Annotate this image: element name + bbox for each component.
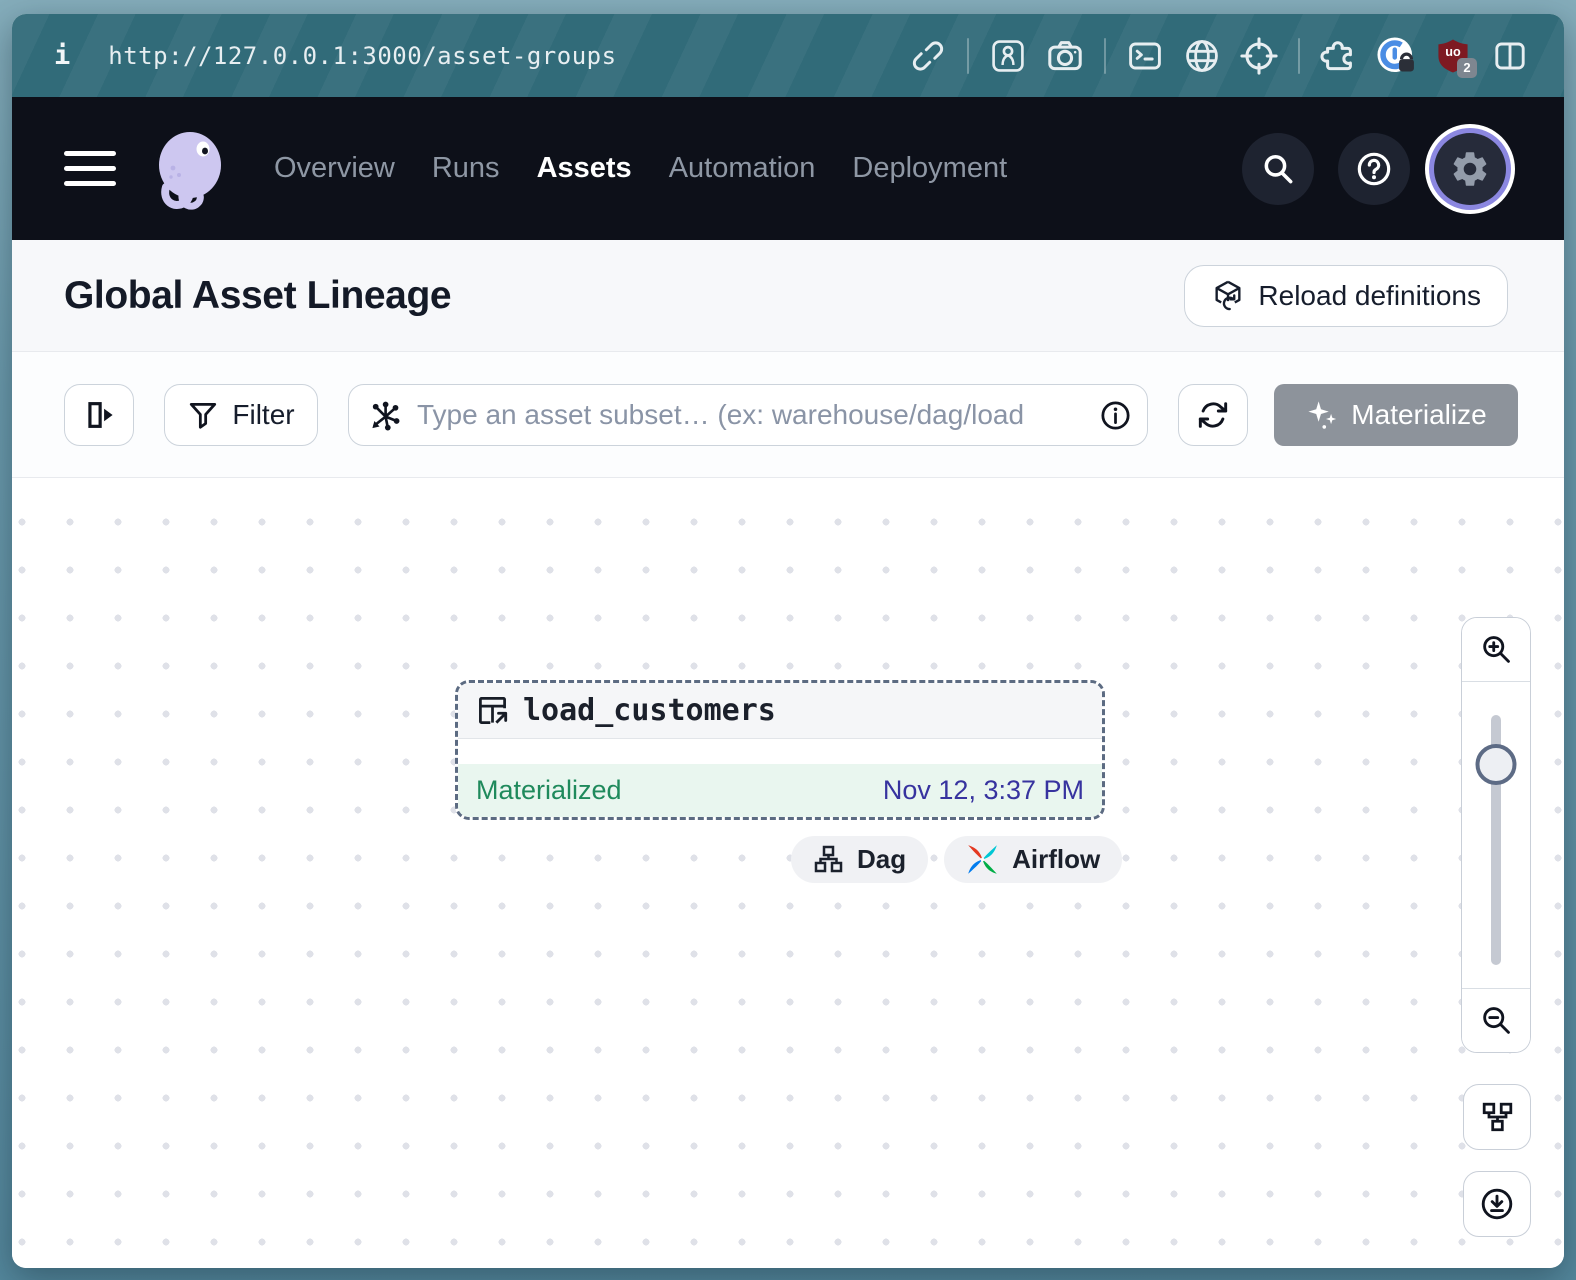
hamburger-menu-icon[interactable] <box>64 151 116 186</box>
navbar-actions <box>1242 133 1512 205</box>
filter-funnel-icon <box>187 399 219 431</box>
refresh-button[interactable] <box>1178 384 1248 446</box>
crosshair-icon[interactable] <box>1241 38 1277 74</box>
asset-tag-row: Dag Airflow <box>791 836 1122 883</box>
browser-toolbar: i http://127.0.0.1:3000/asset-groups <box>12 14 1564 97</box>
relayout-graph-button[interactable] <box>1463 1084 1531 1150</box>
app-navbar: Overview Runs Assets Automation Deployme… <box>12 97 1564 240</box>
tag-label: Airflow <box>1012 844 1100 875</box>
tag-label: Dag <box>857 844 906 875</box>
info-icon[interactable] <box>1099 399 1132 432</box>
zoom-out-button[interactable] <box>1462 988 1530 1052</box>
materialize-button[interactable]: Materialize <box>1274 384 1518 446</box>
tag-chip-dag[interactable]: Dag <box>791 836 928 883</box>
camera-icon[interactable] <box>1047 38 1083 74</box>
zoom-out-icon <box>1479 1004 1513 1038</box>
svg-text:uo: uo <box>1445 45 1461 59</box>
sitemap-icon <box>813 844 844 875</box>
search-icon <box>1259 150 1297 188</box>
download-icon <box>1479 1186 1515 1222</box>
browser-toolbar-actions: uo 2 <box>910 38 1528 74</box>
nav-item-overview[interactable]: Overview <box>274 152 395 185</box>
help-icon <box>1354 149 1394 189</box>
desktop-background: i http://127.0.0.1:3000/asset-groups <box>0 0 1576 1280</box>
nav-item-automation[interactable]: Automation <box>669 152 816 185</box>
nav-item-deployment[interactable]: Deployment <box>852 152 1007 185</box>
link-icon[interactable] <box>910 38 946 74</box>
zoom-in-icon <box>1479 633 1513 667</box>
main-navigation: Overview Runs Assets Automation Deployme… <box>274 152 1007 185</box>
reload-definitions-label: Reload definitions <box>1258 280 1481 312</box>
search-button[interactable] <box>1242 133 1314 205</box>
extension-flower-icon[interactable] <box>990 38 1026 74</box>
collapse-panel-button[interactable] <box>64 384 134 446</box>
asset-name: load_customers <box>523 693 776 728</box>
zoom-slider <box>1462 682 1530 988</box>
address-bar-url[interactable]: http://127.0.0.1:3000/asset-groups <box>108 42 616 70</box>
materialize-label: Materialize <box>1351 399 1486 431</box>
asset-table-icon <box>476 694 509 727</box>
filter-button[interactable]: Filter <box>164 384 318 446</box>
reload-definitions-button[interactable]: Reload definitions <box>1184 265 1508 327</box>
shield-count-badge: 2 <box>1457 58 1477 78</box>
page-info-icon[interactable]: i <box>54 40 70 71</box>
toolbar-separator <box>1298 38 1300 74</box>
lineage-toolbar: Filter <box>12 351 1564 478</box>
ublock-shield-icon[interactable]: uo 2 <box>1435 38 1471 74</box>
lineage-canvas[interactable]: load_customers Materialized Nov 12, 3:37… <box>12 478 1564 1268</box>
asset-status-row: Materialized Nov 12, 3:37 PM <box>458 764 1102 817</box>
download-image-button[interactable] <box>1463 1171 1531 1237</box>
asset-node-body <box>458 739 1102 764</box>
asset-graph-icon <box>368 399 401 432</box>
page-header: Global Asset Lineage Reload definitions <box>12 240 1564 351</box>
refresh-icon <box>1197 399 1229 431</box>
tag-chip-airflow[interactable]: Airflow <box>944 836 1122 883</box>
asset-node-header: load_customers <box>458 683 1102 739</box>
zoom-slider-knob[interactable] <box>1476 744 1517 785</box>
expand-panel-icon <box>82 398 116 432</box>
terminal-icon[interactable] <box>1127 38 1163 74</box>
asset-node-load-customers[interactable]: load_customers Materialized Nov 12, 3:37… <box>455 680 1105 820</box>
nav-item-assets[interactable]: Assets <box>537 152 632 185</box>
onepassword-icon[interactable] <box>1378 38 1414 74</box>
settings-button[interactable] <box>1434 133 1506 205</box>
asset-status-timestamp[interactable]: Nov 12, 3:37 PM <box>883 775 1084 806</box>
toolbar-separator <box>967 38 969 74</box>
graph-layout-icon <box>1481 1101 1514 1134</box>
asset-subset-search <box>348 384 1148 446</box>
puzzle-extension-icon[interactable] <box>1321 38 1357 74</box>
search-input[interactable] <box>348 384 1148 446</box>
sparkle-icon <box>1305 398 1339 432</box>
help-button[interactable] <box>1338 133 1410 205</box>
filter-label: Filter <box>232 399 294 431</box>
nav-item-runs[interactable]: Runs <box>432 152 500 185</box>
reload-definitions-icon <box>1211 279 1245 313</box>
asset-status-label: Materialized <box>476 775 622 806</box>
dagster-logo <box>144 125 232 213</box>
zoom-in-button[interactable] <box>1462 618 1530 682</box>
page-title: Global Asset Lineage <box>64 274 451 318</box>
zoom-control-panel <box>1461 617 1531 1053</box>
gear-icon <box>1449 148 1491 190</box>
split-view-icon[interactable] <box>1492 38 1528 74</box>
browser-window: i http://127.0.0.1:3000/asset-groups <box>12 14 1564 1268</box>
toolbar-separator <box>1104 38 1106 74</box>
globe-icon[interactable] <box>1184 38 1220 74</box>
airflow-pinwheel-icon <box>966 843 999 876</box>
